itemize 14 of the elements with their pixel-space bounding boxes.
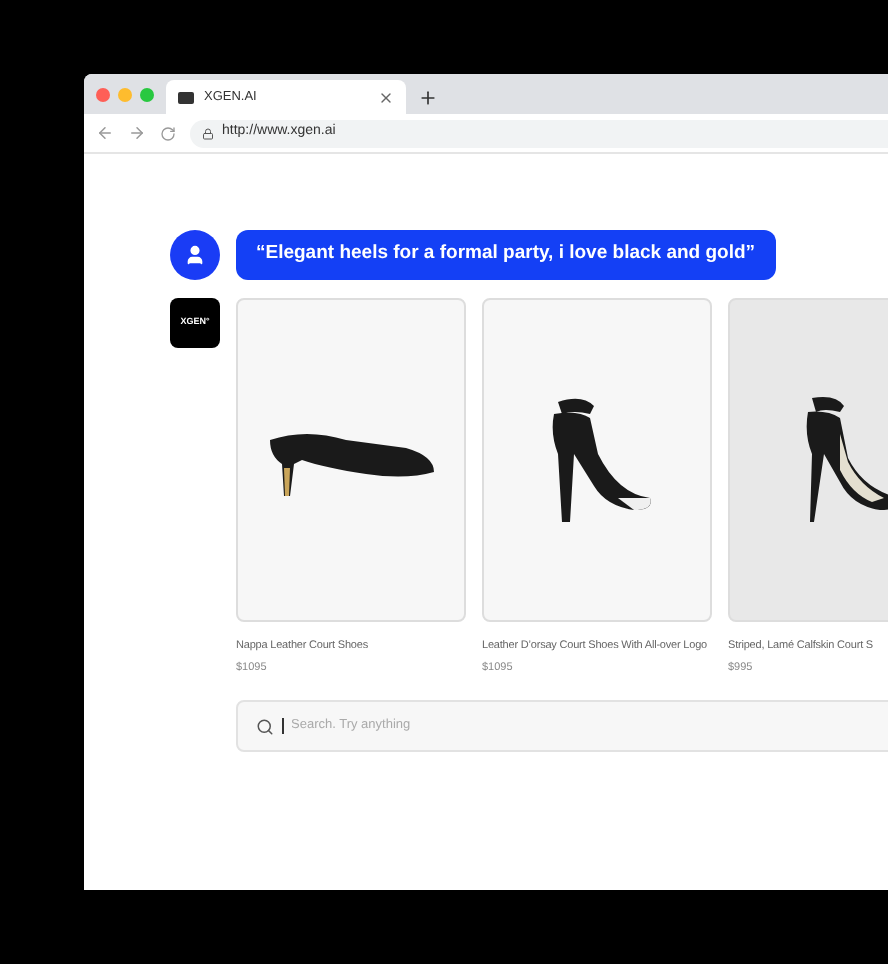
close-window-button[interactable] xyxy=(96,87,110,101)
close-tab-icon[interactable] xyxy=(378,89,394,105)
search-icon xyxy=(256,717,274,736)
product-card[interactable] xyxy=(236,298,466,622)
user-icon xyxy=(184,244,206,266)
forward-icon[interactable] xyxy=(128,124,146,142)
maximize-window-button[interactable] xyxy=(140,87,154,101)
user-message: “Elegant heels for a formal party, i love black and gold” xyxy=(236,230,776,280)
lock-icon xyxy=(202,127,214,139)
product-card[interactable] xyxy=(482,298,712,622)
site-logo-icon xyxy=(178,91,194,103)
reload-icon[interactable] xyxy=(160,125,176,141)
new-tab-icon[interactable] xyxy=(418,88,438,108)
back-icon[interactable] xyxy=(96,124,114,142)
